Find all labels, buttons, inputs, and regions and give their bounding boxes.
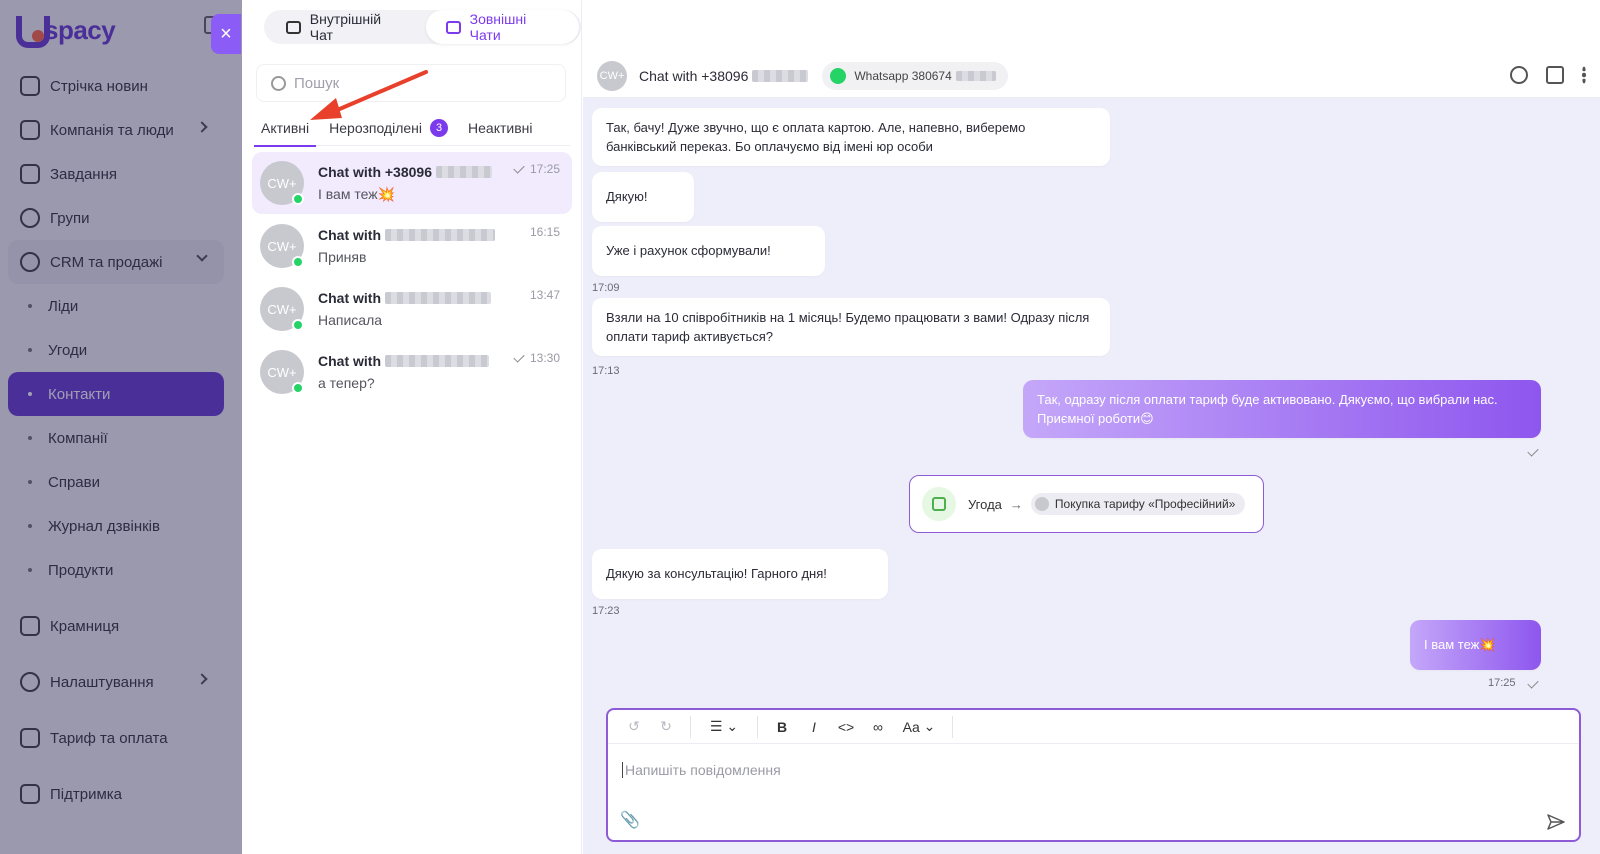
tab-unassigned[interactable]: Нерозподілені 3 (322, 110, 455, 146)
chat-list-item[interactable]: CW+ Chat with а тепер? 13:30 (252, 341, 572, 403)
redacted-number (385, 229, 495, 241)
check-icon (513, 162, 525, 174)
redacted-number (385, 292, 491, 304)
chat-time: 16:15 (529, 225, 560, 239)
message-time: 17:09 (592, 282, 620, 294)
message-incoming: Уже і рахунок сформували! (592, 226, 825, 276)
chat-list-item[interactable]: CW+ Chat with +38096 І вам теж💥 17:25 (252, 152, 572, 214)
chat-preview: Приняв (318, 249, 367, 265)
italic-button[interactable]: I (798, 714, 830, 740)
message-incoming: Дякую за консультацію! Гарного дня! (592, 549, 888, 599)
more-icon[interactable] (1582, 66, 1586, 84)
check-icon (513, 351, 525, 363)
bold-button[interactable]: B (766, 714, 798, 740)
avatar: CW+ (597, 60, 627, 91)
code-button[interactable]: <> (830, 714, 862, 740)
unassigned-count-badge: 3 (430, 118, 449, 137)
tab-external-chats[interactable]: Зовнішні Чати (425, 10, 579, 44)
whatsapp-icon (830, 67, 847, 84)
message-time: 17:25 (1488, 677, 1516, 689)
chat-list-item[interactable]: CW+ Chat with Приняв 16:15 (252, 215, 572, 277)
deal-chip[interactable]: Покупка тарифу «Професійний» (1030, 493, 1246, 515)
link-icon[interactable]: ∞ (862, 714, 894, 740)
whatsapp-icon (292, 319, 304, 331)
undo-icon[interactable]: ↺ (618, 714, 650, 740)
avatar (1034, 497, 1049, 511)
deal-icon (922, 487, 956, 521)
message-incoming: Так, бачу! Дуже звучно, що є оплата карт… (592, 108, 1110, 166)
avatar: CW+ (260, 224, 304, 268)
chat-preview: а тепер? (318, 375, 375, 391)
message-outgoing: І вам теж💥 (1410, 620, 1541, 670)
whatsapp-icon (292, 382, 304, 394)
chat-bubbles-icon (445, 20, 461, 34)
message-input[interactable]: Напишіть повідомлення (622, 762, 781, 778)
arrow-right-icon: → (1009, 496, 1023, 512)
font-dropdown[interactable]: Aa ⌄ (894, 714, 944, 740)
align-dropdown[interactable]: ☰ ⌄ (699, 714, 749, 740)
avatar: CW+ (260, 161, 304, 205)
redo-icon[interactable]: ↻ (650, 714, 682, 740)
message-incoming: Взяли на 10 співробітників на 1 місяць! … (592, 298, 1110, 356)
whatsapp-icon (292, 256, 304, 268)
chat-status-tabs: Активні Нерозподілені 3 Неактивні (254, 110, 570, 147)
message-time: 17:13 (592, 365, 620, 377)
redacted-number (436, 165, 492, 178)
chat-name: Chat with (318, 353, 381, 369)
deal-card[interactable]: Угода → Покупка тарифу «Професійний» (909, 475, 1264, 533)
database-icon[interactable] (1546, 66, 1564, 84)
search-icon (271, 75, 286, 91)
chat-name: Chat with +38096 (318, 163, 432, 180)
chat-name: Chat with (318, 290, 381, 306)
tab-internal-chat[interactable]: Внутрішній Чат (266, 10, 426, 44)
chat-time: 13:47 (529, 288, 560, 302)
chat-preview: Написала (318, 312, 383, 328)
message-outgoing: Так, одразу після оплати тариф буде акти… (1023, 380, 1541, 438)
attach-icon[interactable]: 📎 (620, 810, 640, 830)
tab-active[interactable]: Активні (254, 110, 317, 147)
chat-preview: І вам теж💥 (318, 185, 396, 202)
avatar: CW+ (260, 350, 304, 394)
chat-name: Chat with (318, 227, 381, 243)
chat-list: CW+ Chat with +38096 І вам теж💥 17:25 CW… (252, 152, 572, 404)
chat-bubble-icon (286, 20, 301, 34)
chat-list-item[interactable]: CW+ Chat with Написала 13:47 (252, 278, 572, 340)
message-composer: ↺ ↻ ☰ ⌄ B I <> ∞ Aa ⌄ Напишіть повідомле… (606, 708, 1581, 842)
redacted-number (752, 69, 809, 82)
redacted-number (955, 70, 996, 81)
deal-label: Угода (968, 496, 1002, 512)
chat-list-panel: Внутрішній Чат Зовнішні Чати Пошук Актив… (242, 0, 582, 854)
whatsapp-icon (292, 193, 304, 205)
close-button[interactable]: × (211, 14, 241, 54)
conversation-title: Chat with +38096 (639, 67, 749, 84)
message-incoming: Дякую! (592, 172, 694, 222)
chat-time: 13:30 (529, 351, 560, 365)
redacted-number (385, 355, 489, 367)
chat-type-tabs: Внутрішній Чат Зовнішні Чати (264, 10, 581, 44)
formatting-toolbar: ↺ ↻ ☰ ⌄ B I <> ∞ Aa ⌄ (608, 710, 1579, 744)
modal-overlay[interactable] (0, 0, 242, 854)
search-input[interactable]: Пошук (256, 64, 566, 102)
avatar: CW+ (260, 287, 304, 331)
send-icon[interactable] (1547, 814, 1565, 830)
chat-time: 17:25 (529, 162, 560, 176)
check-circle-icon[interactable] (1510, 66, 1528, 84)
message-time: 17:23 (592, 605, 620, 617)
channel-badge[interactable]: Whatsapp 380674 (822, 61, 1008, 90)
tab-inactive[interactable]: Неактивні (461, 110, 539, 146)
conversation-header: CW+ Chat with +38096 Whatsapp 380674 (583, 54, 1600, 98)
